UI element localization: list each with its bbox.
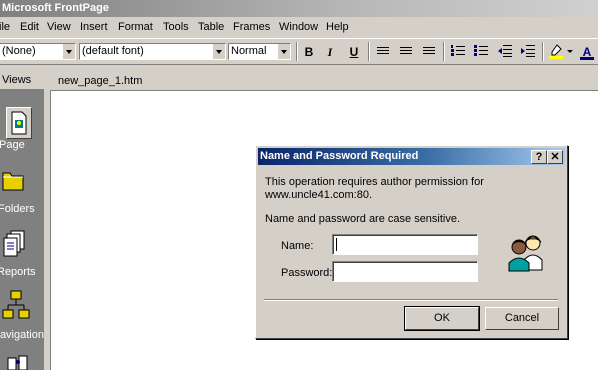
font-color-button[interactable]: A <box>578 44 596 60</box>
bold-button[interactable]: B <box>300 44 318 60</box>
menu-help[interactable]: Help <box>326 21 349 33</box>
menu-tools[interactable]: Tools <box>163 21 189 33</box>
page-tab[interactable]: new_page_1.htm <box>58 75 142 87</box>
menu-view[interactable]: View <box>47 21 71 33</box>
dialog-message-line1: This operation requires author permissio… <box>265 176 484 188</box>
chevron-down-icon[interactable] <box>567 50 573 53</box>
toolbar-separator <box>296 42 298 61</box>
login-dialog: Name and Password Required ? ✕ This oper… <box>255 145 568 339</box>
menu-insert[interactable]: Insert <box>80 21 108 33</box>
toolbar-separator <box>443 42 445 61</box>
two-users-icon <box>508 235 543 272</box>
chevron-down-icon[interactable] <box>62 44 75 59</box>
align-right-icon[interactable] <box>423 47 435 56</box>
app-title-bar: Microsoft FrontPage <box>0 0 598 17</box>
dialog-title: Name and Password Required <box>260 150 419 162</box>
page-view-button[interactable] <box>6 107 32 139</box>
menu-bar: ile Edit View Insert Format Tools Table … <box>0 17 598 37</box>
reports-icon[interactable] <box>3 230 27 258</box>
menu-table[interactable]: Table <box>198 21 224 33</box>
menu-format[interactable]: Format <box>118 21 153 33</box>
name-field[interactable] <box>332 234 478 255</box>
view-label-page[interactable]: Page <box>0 139 43 151</box>
align-center-icon[interactable] <box>400 47 412 56</box>
dialog-title-bar: Name and Password Required ? ✕ <box>258 148 565 165</box>
style-select[interactable]: (None) <box>0 43 76 60</box>
close-button[interactable]: ✕ <box>547 150 563 164</box>
navigation-icon[interactable] <box>2 290 30 322</box>
views-header-label: Views <box>2 74 32 86</box>
menu-window[interactable]: Window <box>279 21 318 33</box>
text-caret <box>336 238 337 251</box>
font-select[interactable]: (default font) <box>79 43 226 60</box>
dialog-separator <box>264 299 558 301</box>
cancel-button[interactable]: Cancel <box>485 307 559 330</box>
italic-button[interactable]: I <box>321 44 339 60</box>
decrease-indent-icon[interactable] <box>496 44 514 60</box>
view-label-navigation[interactable]: Navigation <box>0 329 44 341</box>
bulleted-list-icon[interactable] <box>472 44 490 60</box>
help-button[interactable]: ? <box>531 150 547 164</box>
toolbar-separator <box>542 42 544 61</box>
folder-icon[interactable] <box>2 167 24 191</box>
font-size-select[interactable]: Normal <box>228 43 291 60</box>
menu-edit[interactable]: Edit <box>20 21 39 33</box>
increase-indent-icon[interactable] <box>519 44 537 60</box>
highlight-icon[interactable] <box>547 44 565 60</box>
views-header: Views <box>0 70 44 90</box>
style-value: (None) <box>2 45 36 57</box>
views-bar: Views Page Folders Reports Navigation <box>0 70 44 370</box>
name-label: Name: <box>281 240 314 252</box>
numbered-list-icon[interactable] <box>449 44 467 60</box>
page-icon <box>11 111 27 135</box>
page-tab-header: new_page_1.htm <box>50 72 598 91</box>
view-label-folders[interactable]: Folders <box>0 203 42 215</box>
toolbar-separator <box>368 42 370 61</box>
align-left-icon[interactable] <box>377 47 389 56</box>
dialog-message-line2: www.uncle41.com:80. <box>265 189 372 201</box>
hyperlinks-icon[interactable] <box>6 354 30 370</box>
view-label-reports[interactable]: Reports <box>0 266 41 278</box>
font-value: (default font) <box>82 45 144 57</box>
menu-frames[interactable]: Frames <box>233 21 270 33</box>
chevron-down-icon[interactable] <box>277 44 290 59</box>
underline-button[interactable]: U <box>345 44 363 60</box>
dialog-case-note: Name and password are case sensitive. <box>265 213 461 225</box>
app-title: Microsoft FrontPage <box>2 2 109 14</box>
font-size-value: Normal <box>231 45 267 57</box>
chevron-down-icon[interactable] <box>212 44 225 59</box>
menu-file[interactable]: ile <box>0 21 10 33</box>
formatting-toolbar: (None) (default font) Normal B I U A <box>0 38 598 65</box>
ok-button[interactable]: OK <box>404 306 480 331</box>
password-field[interactable] <box>332 261 478 282</box>
font-color-swatch <box>580 57 594 60</box>
password-label: Password: <box>281 267 333 279</box>
